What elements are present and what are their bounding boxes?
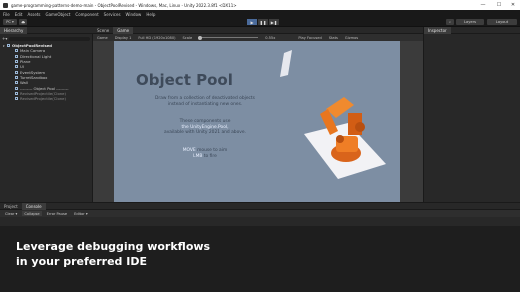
menu-services[interactable]: Services [104, 12, 121, 17]
layout-dropdown[interactable]: Layout [487, 19, 517, 25]
tab-scene[interactable]: Scene [93, 27, 113, 34]
scene-tabs: Scene Game [93, 26, 423, 34]
console-toolbar: Clear ▾ Collapse Error Pause Editor ▾ [0, 210, 520, 217]
account-button[interactable]: PC ▾ [3, 19, 17, 25]
hierarchy-item-label: Plane [20, 59, 31, 65]
gameobject-icon [15, 86, 18, 90]
gameobject-icon [15, 97, 18, 101]
play-button[interactable]: ▶ [247, 19, 257, 25]
step-button[interactable]: ▶❚ [269, 19, 279, 25]
game-mode-dropdown[interactable]: Game [97, 36, 108, 40]
hierarchy-item-label: TurretSandbox [20, 74, 48, 80]
gameobject-icon [15, 54, 18, 58]
layers-dropdown[interactable]: Layers [456, 19, 484, 25]
maximize-button[interactable]: ☐ [492, 0, 506, 10]
hierarchy-tree: ▾ ObjectPoolRevised Main Camera Directional… [0, 43, 93, 101]
window-titlebar: game-programming-patterns-demo-main - Ob… [0, 0, 520, 10]
hierarchy-item-label: ObjectPoolRevised [12, 43, 53, 49]
play-controls: ▶ ❚❚ ▶❚ [247, 19, 280, 25]
caption-line2: in your preferred IDE [16, 255, 148, 268]
close-button[interactable]: ✕ [506, 0, 520, 10]
search-icon[interactable]: ⌕ [446, 19, 454, 25]
unity-logo-icon [3, 2, 8, 8]
hierarchy-item-label: --------- Object Pool --------- [20, 85, 69, 91]
menu-edit[interactable]: Edit [15, 12, 23, 17]
bottom-tabs: Project Console [0, 202, 520, 210]
tab-project[interactable]: Project [0, 203, 22, 210]
tab-console[interactable]: Console [21, 202, 46, 210]
move-text: mouse to aim [197, 148, 228, 153]
gameobject-icon [7, 44, 10, 48]
minimize-button[interactable]: — [476, 0, 490, 10]
console-clear-dropdown[interactable]: Clear ▾ [3, 211, 19, 216]
pause-button[interactable]: ❚❚ [258, 19, 268, 25]
game-controls-info: MOVE mouse to aim LMB to fire [150, 148, 260, 159]
game-description: Draw from a collection of deactivated ob… [155, 96, 255, 107]
hierarchy-item-label: Directional Light [20, 53, 52, 59]
stats-button[interactable]: Stats [329, 36, 338, 40]
move-key: MOVE [182, 148, 196, 153]
menu-window[interactable]: Window [126, 12, 142, 17]
play-focused-dropdown[interactable]: Play Focused [298, 36, 321, 40]
game-toolbar: Game Display 1 Full HD (1920x1080) Scale… [93, 34, 423, 41]
game-title: Object Pool [136, 71, 233, 89]
menu-component[interactable]: Component [75, 12, 98, 17]
console-error-pause-toggle[interactable]: Error Pause [45, 211, 69, 216]
console-collapse-toggle[interactable]: Collapse [22, 211, 42, 216]
gameobject-icon [15, 60, 18, 64]
wall-object [280, 50, 292, 77]
gameobject-icon [15, 70, 18, 74]
game-view-panel: Scene Game Game Display 1 Full HD (1920x… [93, 26, 423, 202]
hierarchy-item-label: Wall [20, 80, 28, 86]
menu-bar: File Edit Assets GameObject Component Se… [0, 10, 520, 18]
hierarchy-item-label: UI [20, 64, 24, 70]
menu-gameobject[interactable]: GameObject [45, 12, 70, 17]
gameobject-icon [15, 49, 18, 53]
lmb-text: to fire [203, 153, 217, 159]
game-pool-info: These components use the UnityEngine.Poo… [150, 119, 260, 136]
display-dropdown[interactable]: Display 1 [115, 36, 132, 40]
menu-help[interactable]: Help [146, 12, 155, 17]
hierarchy-item-label: RevisedProjectile(Clone) [20, 90, 66, 96]
gameobject-icon [15, 75, 18, 79]
hierarchy-item-label: RevisedProjectile(Clone) [20, 96, 66, 102]
menu-assets[interactable]: Assets [27, 12, 40, 17]
menu-file[interactable]: File [3, 12, 10, 17]
hierarchy-search-input[interactable] [9, 36, 90, 41]
chevron-down-icon[interactable]: ▾ [3, 44, 6, 48]
tab-inspector[interactable]: Inspector [424, 26, 451, 34]
inspector-panel: Inspector [423, 26, 520, 202]
caption-line1: Leverage debugging workflows [16, 240, 211, 253]
cloud-glyph-icon [21, 20, 25, 24]
hierarchy-item-label: Main Camera [20, 48, 46, 54]
tab-game[interactable]: Game [113, 26, 134, 34]
scale-value: 0.55x [265, 35, 276, 40]
hierarchy-header: Hierarchy [0, 26, 93, 34]
hierarchy-item[interactable]: RevisedProjectile(Clone) [0, 96, 93, 101]
pool-info-line3: available with Unity 2021 and above. [164, 130, 246, 136]
gameobject-icon [15, 81, 18, 85]
cloud-icon[interactable] [19, 19, 27, 25]
caption: Leverage debugging workflows in your pre… [16, 239, 210, 269]
game-canvas[interactable]: Object Pool Draw from a collection of de… [114, 41, 400, 202]
gameobject-icon [15, 65, 18, 69]
console-editor-dropdown[interactable]: Editor ▾ [72, 211, 90, 216]
window-title: game-programming-patterns-demo-main - Ob… [11, 2, 237, 8]
inspector-header: Inspector [424, 26, 520, 34]
tab-hierarchy[interactable]: Hierarchy [0, 26, 28, 34]
gameobject-icon [15, 91, 18, 95]
hierarchy-search: +▾ [2, 36, 90, 41]
lmb-key: LMB [193, 153, 203, 159]
scale-slider[interactable] [198, 35, 259, 40]
hierarchy-item-label: EventSystem [20, 69, 46, 75]
add-icon[interactable]: +▾ [2, 36, 7, 41]
gizmos-dropdown[interactable]: Gizmos [345, 36, 358, 40]
hierarchy-panel: Hierarchy +▾ ▾ ObjectPoolRevised Main Came… [0, 26, 93, 202]
scale-label: Scale [182, 35, 193, 40]
resolution-dropdown[interactable]: Full HD (1920x1080) [138, 36, 175, 40]
